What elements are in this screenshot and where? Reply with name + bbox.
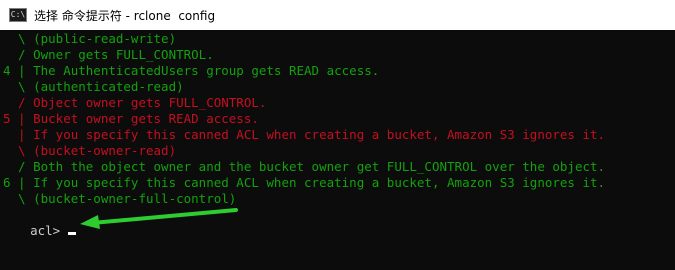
arrow-shaft: [90, 208, 238, 225]
text-cursor: [68, 232, 77, 235]
arrow-head: [80, 215, 100, 229]
title-bar: C:\ 选择 命令提示符 - rclone config: [0, 0, 675, 30]
console-line: | If you specify this canned ACL when cr…: [3, 127, 606, 142]
console-line: / Both the object owner and the bucket o…: [3, 159, 606, 174]
console-line: \ (bucket-owner-read): [3, 143, 177, 158]
console-line: \ (authenticated-read): [3, 79, 184, 94]
window-title: 选择 命令提示符 - rclone config: [34, 8, 216, 23]
console-line: / Object owner gets FULL_CONTROL.: [3, 95, 267, 110]
console-line: 4 | The AuthenticatedUsers group gets RE…: [3, 63, 380, 78]
console-line: \ (public-read-write): [3, 31, 177, 46]
console-line: / Owner gets FULL_CONTROL.: [3, 47, 214, 62]
annotation-arrow: [80, 208, 238, 229]
prompt-label: acl>: [30, 223, 61, 238]
cmd-icon: C:\: [9, 8, 27, 22]
console-output: \ (public-read-write) / Owner gets FULL_…: [0, 30, 675, 270]
console-line: 6 | If you specify this canned ACL when …: [3, 175, 606, 190]
console-line: 5 | Bucket owner gets READ access.: [3, 111, 259, 126]
